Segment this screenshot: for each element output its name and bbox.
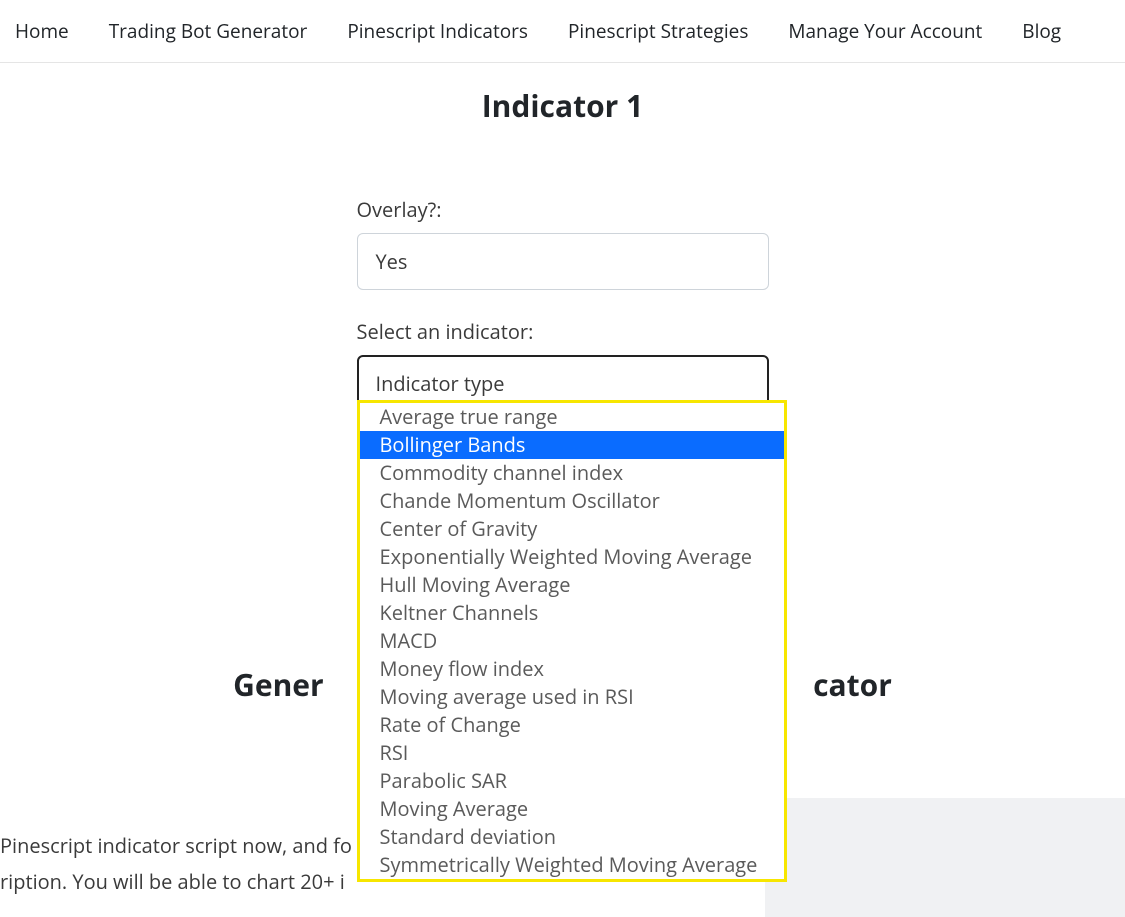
dropdown-option[interactable]: Hull Moving Average: [360, 571, 784, 599]
dropdown-option[interactable]: Moving average used in RSI: [360, 683, 784, 711]
dropdown-option[interactable]: Keltner Channels: [360, 599, 784, 627]
dropdown-option[interactable]: RSI: [360, 739, 784, 767]
section-heading-left: Gener: [233, 664, 324, 705]
side-panel: [765, 798, 1125, 917]
dropdown-option[interactable]: Chande Momentum Oscillator: [360, 487, 784, 515]
nav-pinescript-strategies[interactable]: Pinescript Strategies: [568, 18, 748, 44]
overlay-label: Overlay?:: [357, 196, 769, 223]
dropdown-option[interactable]: MACD: [360, 627, 784, 655]
dropdown-option[interactable]: Moving Average: [360, 795, 784, 823]
dropdown-option[interactable]: Standard deviation: [360, 823, 784, 851]
section-heading-right: cator: [813, 664, 892, 705]
nav-trading-bot-generator[interactable]: Trading Bot Generator: [109, 18, 308, 44]
dropdown-option[interactable]: Money flow index: [360, 655, 784, 683]
main-nav: Home Trading Bot Generator Pinescript In…: [0, 0, 1125, 63]
dropdown-option[interactable]: Center of Gravity: [360, 515, 784, 543]
dropdown-option[interactable]: Parabolic SAR: [360, 767, 784, 795]
nav-home[interactable]: Home: [15, 18, 69, 44]
indicator-label: Select an indicator:: [357, 318, 769, 345]
bottom-description: Pinescript indicator script now, and fo …: [0, 828, 352, 900]
dropdown-option[interactable]: Average true range: [360, 403, 784, 431]
indicator-dropdown-list[interactable]: Average true rangeBollinger BandsCommodi…: [360, 403, 784, 879]
nav-pinescript-indicators[interactable]: Pinescript Indicators: [347, 18, 528, 44]
dropdown-option[interactable]: Rate of Change: [360, 711, 784, 739]
page-title: Indicator 1: [0, 85, 1125, 126]
dropdown-option[interactable]: Exponentially Weighted Moving Average: [360, 543, 784, 571]
dropdown-option[interactable]: Bollinger Bands: [360, 431, 784, 459]
overlay-select[interactable]: Yes: [357, 233, 769, 290]
form-area: Overlay?: Yes Select an indicator: Indic…: [357, 196, 769, 412]
dropdown-option[interactable]: Commodity channel index: [360, 459, 784, 487]
bottom-line-1: Pinescript indicator script now, and fo: [0, 828, 352, 864]
nav-blog[interactable]: Blog: [1022, 18, 1061, 44]
indicator-dropdown: Average true rangeBollinger BandsCommodi…: [357, 400, 787, 882]
bottom-line-2: ription. You will be able to chart 20+ i: [0, 864, 352, 900]
dropdown-option[interactable]: Symmetrically Weighted Moving Average: [360, 851, 784, 879]
nav-manage-account[interactable]: Manage Your Account: [788, 18, 982, 44]
